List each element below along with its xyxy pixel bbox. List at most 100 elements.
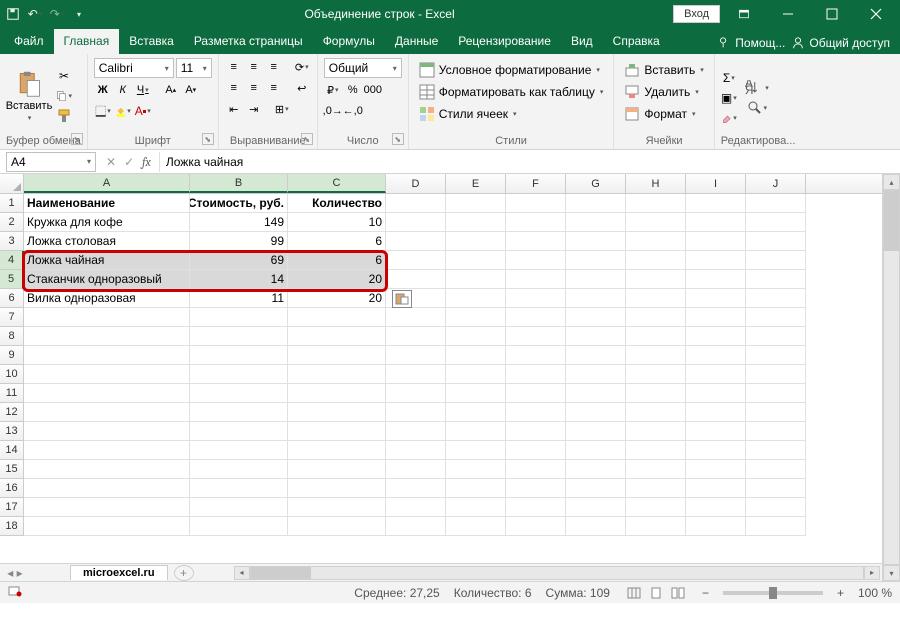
cell[interactable] [686, 422, 746, 441]
cell[interactable] [506, 232, 566, 251]
cell[interactable] [446, 270, 506, 289]
cell[interactable]: 99 [190, 232, 288, 251]
cell[interactable] [190, 365, 288, 384]
cell[interactable] [24, 403, 190, 422]
align-center-icon[interactable]: ≡ [245, 79, 263, 97]
cell[interactable] [566, 441, 626, 460]
cell[interactable] [288, 441, 386, 460]
cell[interactable] [190, 441, 288, 460]
cell[interactable] [446, 479, 506, 498]
cell[interactable] [446, 289, 506, 308]
row-header[interactable]: 11 [0, 384, 24, 403]
tab-layout[interactable]: Разметка страницы [184, 29, 313, 54]
cell[interactable] [626, 308, 686, 327]
column-header[interactable]: A [24, 174, 190, 193]
delete-cells-button[interactable]: Удалить▾ [620, 82, 707, 102]
font-color-icon[interactable]: A▾ [134, 102, 152, 120]
cell[interactable] [506, 346, 566, 365]
cell[interactable] [288, 346, 386, 365]
borders-icon[interactable]: ▾ [94, 102, 112, 120]
cell[interactable]: Ложка чайная [24, 251, 190, 270]
cell[interactable] [386, 270, 446, 289]
cell[interactable]: 20 [288, 270, 386, 289]
tab-insert[interactable]: Вставка [119, 29, 184, 54]
cell[interactable] [190, 498, 288, 517]
cell[interactable] [746, 384, 806, 403]
cell[interactable] [288, 498, 386, 517]
redo-icon[interactable]: ↷▾ [50, 7, 64, 21]
cell[interactable] [386, 498, 446, 517]
cell[interactable] [386, 308, 446, 327]
cell[interactable] [288, 422, 386, 441]
cell[interactable] [506, 270, 566, 289]
cell[interactable] [566, 422, 626, 441]
cell[interactable] [386, 441, 446, 460]
cell[interactable] [746, 517, 806, 536]
tab-formulas[interactable]: Формулы [313, 29, 385, 54]
cell[interactable] [746, 194, 806, 213]
cell[interactable] [566, 289, 626, 308]
cell[interactable] [686, 232, 746, 251]
cell[interactable] [566, 270, 626, 289]
cell[interactable] [626, 327, 686, 346]
dialog-launcher-icon[interactable]: ⬊ [202, 133, 214, 145]
cell[interactable] [288, 517, 386, 536]
cell[interactable] [506, 365, 566, 384]
login-button[interactable]: Вход [673, 5, 720, 23]
vertical-scrollbar[interactable]: ▴ ▾ [882, 174, 900, 581]
cell[interactable]: 11 [190, 289, 288, 308]
cell[interactable] [686, 308, 746, 327]
tab-home[interactable]: Главная [54, 29, 120, 54]
formula-input[interactable]: Ложка чайная [159, 152, 900, 172]
font-name-combo[interactable]: Calibri▾ [94, 58, 174, 78]
copy-icon[interactable]: ▾ [56, 88, 72, 104]
cell[interactable] [24, 346, 190, 365]
cell[interactable] [746, 289, 806, 308]
cell[interactable]: Количество [288, 194, 386, 213]
row-header[interactable]: 2 [0, 213, 24, 232]
tab-file[interactable]: Файл [4, 29, 54, 54]
cell[interactable] [190, 327, 288, 346]
find-select-icon[interactable]: ▾ [745, 100, 769, 116]
cell[interactable] [24, 384, 190, 403]
cell[interactable] [626, 460, 686, 479]
decrease-font-icon[interactable]: A▾ [182, 81, 200, 99]
cell[interactable] [746, 327, 806, 346]
sort-filter-icon[interactable]: AЯ▾ [745, 80, 769, 96]
cells-grid[interactable]: НаименованиеСтоимость, руб.КоличествоКру… [24, 194, 806, 536]
zoom-slider[interactable] [723, 591, 823, 595]
cell[interactable] [746, 346, 806, 365]
cell[interactable]: Вилка одноразовая [24, 289, 190, 308]
cell[interactable]: 6 [288, 251, 386, 270]
record-macro-icon[interactable] [8, 585, 22, 600]
cell[interactable] [626, 346, 686, 365]
column-header[interactable]: J [746, 174, 806, 193]
tab-review[interactable]: Рецензирование [448, 29, 561, 54]
cell[interactable]: Кружка для кофе [24, 213, 190, 232]
cell[interactable] [506, 289, 566, 308]
confirm-icon[interactable]: ✓ [124, 155, 134, 169]
undo-icon[interactable]: ↶▾ [28, 7, 42, 21]
cell[interactable] [686, 213, 746, 232]
wrap-text-icon[interactable]: ↩ [293, 79, 311, 97]
normal-view-icon[interactable] [624, 585, 644, 601]
cell[interactable] [446, 517, 506, 536]
row-header[interactable]: 18 [0, 517, 24, 536]
cell[interactable] [686, 384, 746, 403]
format-cells-button[interactable]: Формат▾ [620, 104, 707, 124]
tab-help[interactable]: Справка [603, 29, 670, 54]
row-header[interactable]: 4 [0, 251, 24, 270]
cell[interactable] [386, 403, 446, 422]
cell[interactable] [746, 479, 806, 498]
increase-font-icon[interactable]: A▴ [162, 81, 180, 99]
column-header[interactable]: G [566, 174, 626, 193]
column-header[interactable]: H [626, 174, 686, 193]
cell[interactable] [686, 403, 746, 422]
sheet-tab[interactable]: microexcel.ru [70, 565, 168, 580]
cell[interactable]: Наименование [24, 194, 190, 213]
cell[interactable] [288, 403, 386, 422]
cell[interactable] [288, 327, 386, 346]
column-header[interactable]: I [686, 174, 746, 193]
row-header[interactable]: 13 [0, 422, 24, 441]
align-middle-icon[interactable]: ≡ [245, 58, 263, 76]
